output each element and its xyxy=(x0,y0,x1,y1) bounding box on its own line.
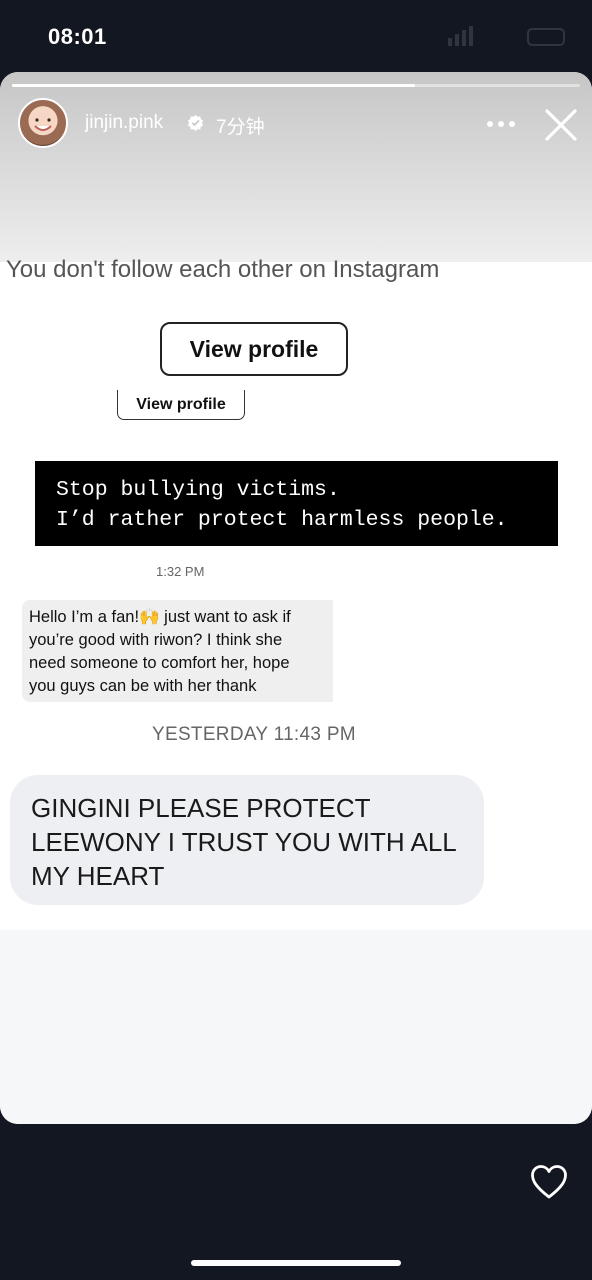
message-line: GINGINI PLEASE PROTECT xyxy=(31,793,371,823)
statement-box: Stop bullying victims. I’d rather protec… xyxy=(35,461,558,546)
avatar[interactable] xyxy=(18,98,68,148)
avatar-face-icon xyxy=(34,118,52,131)
message-timestamp: YESTERDAY 11:43 PM xyxy=(152,724,356,745)
story-username[interactable]: jinjin.pink xyxy=(85,112,163,134)
more-options-icon[interactable] xyxy=(486,120,516,128)
message-line: Hello I’m a fan!🙌 just want to ask if xyxy=(29,608,291,626)
story-header-area xyxy=(0,72,592,262)
empty-area xyxy=(0,930,592,1124)
story-time-ago: 7分钟 xyxy=(216,117,265,138)
close-icon[interactable] xyxy=(544,108,578,142)
message-line: you’re good with riwon? I think she xyxy=(29,631,283,649)
message-line: need someone to comfort her, hope xyxy=(29,654,290,672)
home-indicator xyxy=(191,1260,401,1266)
fan-message-bubble: Hello I’m a fan!🙌 just want to ask if yo… xyxy=(22,600,333,702)
story-card: jinjin.pink 7分钟 You don't follow each ot… xyxy=(0,72,592,1124)
statement-line: Stop bullying victims. xyxy=(56,478,340,502)
statement-line: I’d rather protect harmless people. xyxy=(56,508,508,532)
message-line: you guys can be with her thank xyxy=(29,677,257,695)
view-profile-button: View profile xyxy=(160,322,348,376)
story-progress-fill xyxy=(12,84,416,87)
status-bar: 08:01 xyxy=(0,0,592,72)
verified-badge-icon xyxy=(187,114,204,131)
story-progress-bar xyxy=(12,84,580,87)
message-line: MY HEART xyxy=(31,861,165,891)
view-profile-button-small: View profile xyxy=(117,390,245,420)
heart-icon[interactable] xyxy=(530,1164,568,1200)
message-line: LEEWONY I TRUST YOU WITH ALL xyxy=(31,827,457,857)
status-time: 08:01 xyxy=(48,24,107,49)
follow-status-text: You don't follow each other on Instagram xyxy=(6,256,440,283)
message-timestamp: 1:32 PM xyxy=(156,564,205,579)
plea-message-bubble: GINGINI PLEASE PROTECT LEEWONY I TRUST Y… xyxy=(10,775,484,905)
status-icons xyxy=(448,26,565,46)
